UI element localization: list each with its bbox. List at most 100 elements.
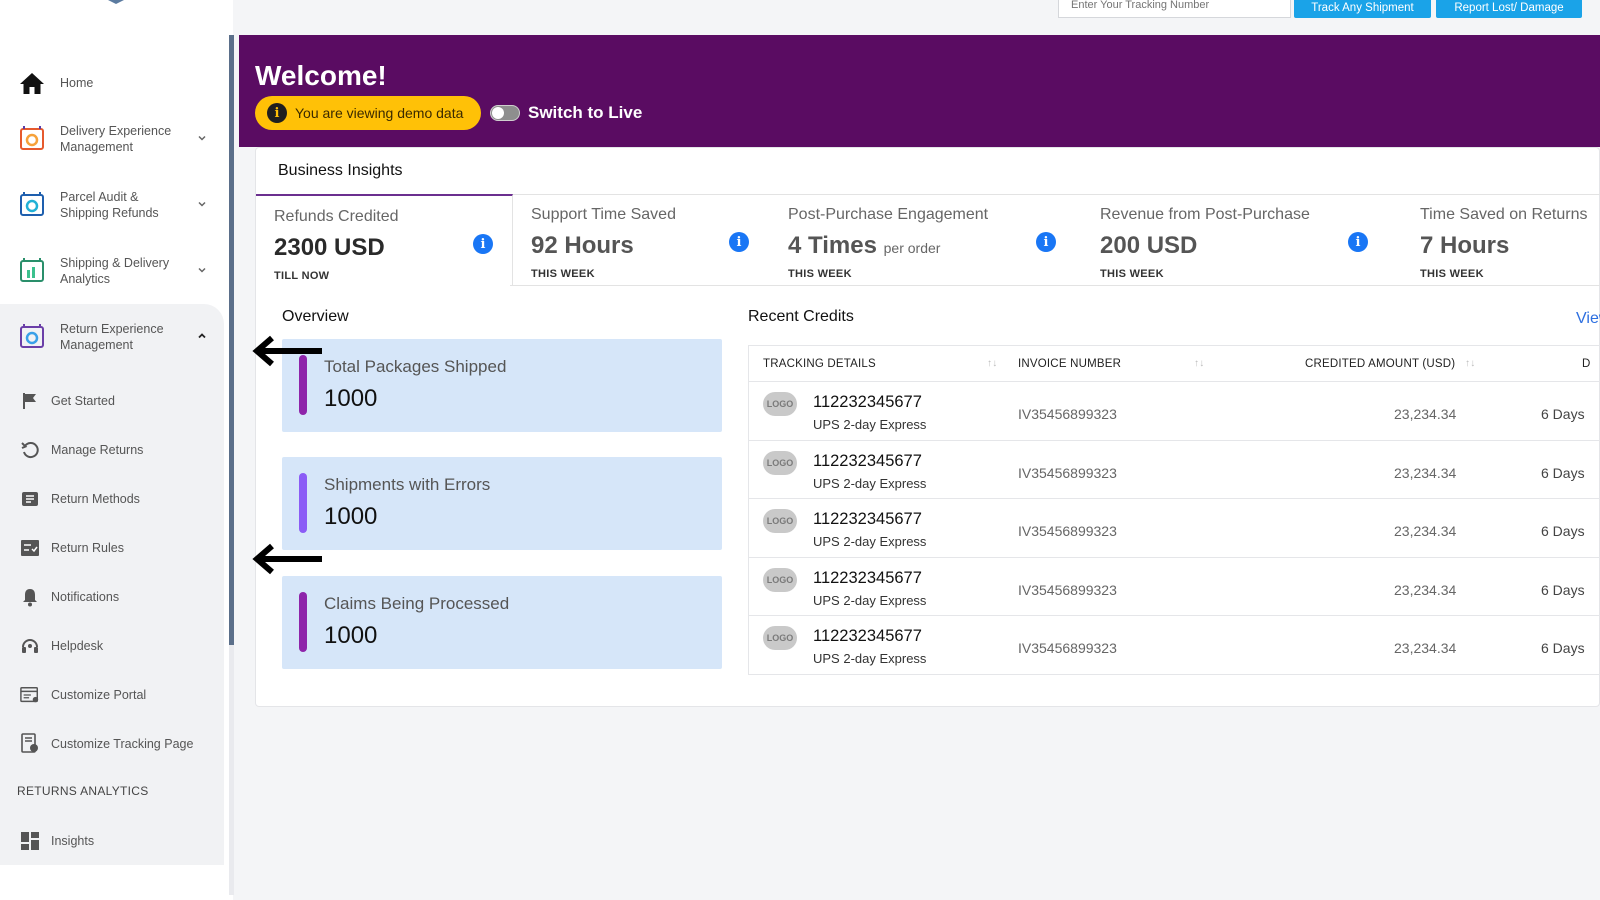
credited-amount: 23,234.34 <box>1394 581 1457 598</box>
return-experience-icon <box>18 323 46 351</box>
sidebar-item-label: Return Rules <box>51 540 124 555</box>
arrow-left-icon <box>252 335 322 367</box>
sidebar-item-manage-returns[interactable]: Manage Returns <box>0 425 224 474</box>
carrier-logo: LOGO <box>763 392 797 416</box>
carrier-service: UPS 2-day Express <box>813 417 927 432</box>
sidebar-item-get-started[interactable]: Get Started <box>0 376 224 425</box>
table-row[interactable]: LOGO 112232345677 UPS 2-day Express IV35… <box>749 499 1600 558</box>
tracking-page-icon <box>20 732 40 754</box>
tracking-number-input[interactable] <box>1058 0 1291 18</box>
sidebar-item-label: Shipping & Delivery Analytics <box>60 256 170 286</box>
carrier-service: UPS 2-day Express <box>813 534 927 550</box>
sidebar-item-return-experience[interactable]: Return Experience Management <box>0 304 224 370</box>
view-all-link[interactable]: View <box>1576 310 1600 328</box>
metric-value-text: 200 USD <box>1100 232 1198 259</box>
chevron-down-icon[interactable] <box>196 264 208 276</box>
metric-value: 4 Times per order <box>788 232 1064 260</box>
overview-value: 1000 <box>324 622 378 649</box>
report-lost-damage-button[interactable]: Report Lost/ Damage <box>1436 0 1582 18</box>
carrier-logo: LOGO <box>763 567 797 592</box>
overview-shipments-errors[interactable]: Shipments with Errors 1000 <box>282 457 722 550</box>
sidebar-item-label: Home <box>60 76 94 90</box>
info-icon[interactable]: i <box>1348 232 1368 252</box>
sidebar-item-label: Customize Tracking Page <box>51 736 194 751</box>
demo-data-text: You are viewing demo data <box>295 105 464 121</box>
metric-revenue-post-purchase[interactable]: Revenue from Post-Purchase 200 USD THIS … <box>1082 194 1402 286</box>
table-row[interactable]: LOGO 112232345677 UPS 2-day Express IV35… <box>749 616 1600 675</box>
sidebar-item-return-rules[interactable]: Return Rules <box>0 523 224 572</box>
carrier-service: UPS 2-day Express <box>813 592 927 608</box>
home-icon <box>18 69 46 97</box>
overview-total-packages[interactable]: Total Packages Shipped 1000 <box>282 339 722 432</box>
metric-period: THIS WEEK <box>531 268 595 280</box>
sidebar-item-return-methods[interactable]: Return Methods <box>0 474 224 523</box>
metric-value-text: 92 Hours <box>531 232 634 259</box>
accent-bar <box>299 473 307 533</box>
sidebar-item-customize-tracking[interactable]: Customize Tracking Page <box>0 719 224 768</box>
tracking-number: 112232345677 <box>813 393 922 411</box>
sidebar-item-parcel-audit[interactable]: Parcel Audit & Shipping Refunds <box>0 172 224 238</box>
info-icon[interactable]: i <box>473 234 493 254</box>
sidebar-item-customize-portal[interactable]: Customize Portal <box>0 670 224 719</box>
overview-claims-processed[interactable]: Claims Being Processed 1000 <box>282 576 722 669</box>
shipping-analytics-icon <box>18 257 46 285</box>
sort-icon[interactable]: ↑↓ <box>987 358 997 369</box>
metric-post-purchase-engagement[interactable]: Post-Purchase Engagement 4 Times per ord… <box>770 194 1082 286</box>
recent-credits-title: Recent Credits <box>748 308 854 325</box>
portal-icon <box>20 685 40 705</box>
sidebar-item-delivery-experience[interactable]: Delivery Experience Management <box>0 106 224 172</box>
metric-value: 7 Hours <box>1420 232 1583 260</box>
sort-icon[interactable]: ↑↓ <box>1194 358 1204 369</box>
days-value: 6 Days <box>1541 406 1585 422</box>
sidebar-nav: Home Delivery Experience Management Parc… <box>0 60 224 865</box>
metric-value-text: 2300 USD <box>274 234 385 261</box>
chevron-down-icon[interactable] <box>196 198 208 210</box>
days-value: 6 Days <box>1541 523 1585 540</box>
column-header-invoice[interactable]: INVOICE NUMBER <box>1018 358 1121 370</box>
column-header-amount[interactable]: CREDITED AMOUNT (USD) <box>1305 358 1455 370</box>
track-shipment-button[interactable]: Track Any Shipment <box>1294 0 1431 18</box>
metric-refunds-credited[interactable]: Refunds Credited 2300 USD TILL NOW i <box>256 194 513 286</box>
metric-time-saved-returns[interactable]: Time Saved on Returns 7 Hours THIS WEEK <box>1402 194 1600 286</box>
table-row[interactable]: LOGO 112232345677 UPS 2-day Express IV35… <box>749 441 1600 500</box>
sidebar-item-shipping-analytics[interactable]: Shipping & Delivery Analytics <box>0 238 224 304</box>
metric-title: Post-Purchase Engagement <box>788 206 989 223</box>
tracking-number: 112232345677 <box>813 451 922 470</box>
sidebar-item-label: Return Methods <box>51 491 140 506</box>
days-value: 6 Days <box>1541 640 1585 657</box>
overview-title: Overview <box>282 308 349 325</box>
chevron-down-icon[interactable] <box>196 132 208 144</box>
info-icon[interactable]: i <box>1036 232 1056 252</box>
column-header-tracking[interactable]: TRACKING DETAILS <box>763 358 876 370</box>
metric-value-text: 7 Hours <box>1420 232 1510 259</box>
chevron-up-icon[interactable] <box>196 330 208 342</box>
info-icon[interactable]: i <box>729 232 749 252</box>
sort-icon[interactable]: ↑↓ <box>1465 358 1475 369</box>
demo-data-badge: i You are viewing demo data <box>255 96 481 130</box>
table-header: TRACKING DETAILS ↑↓ INVOICE NUMBER ↑↓ CR… <box>749 346 1600 382</box>
table-row[interactable]: LOGO 112232345677 UPS 2-day Express IV35… <box>749 558 1600 617</box>
tracking-number: 112232345677 <box>813 510 922 529</box>
sidebar-item-notifications[interactable]: Notifications <box>0 572 224 621</box>
sidebar-item-insights[interactable]: Insights <box>0 816 224 865</box>
sidebar-scrollbar-thumb[interactable] <box>229 35 234 645</box>
metric-support-time-saved[interactable]: Support Time Saved 92 Hours THIS WEEK i <box>513 194 770 286</box>
welcome-banner <box>239 35 1600 147</box>
column-header-days[interactable]: D <box>1582 358 1591 370</box>
metric-value-text: 4 Times <box>788 232 877 259</box>
invoice-number: IV35456899323 <box>1018 523 1117 540</box>
metric-title: Time Saved on Returns <box>1420 206 1588 223</box>
sidebar-item-label: Delivery Experience Management <box>60 124 172 154</box>
sidebar-item-label: Get Started <box>51 393 115 408</box>
section-title-returns-analytics: RETURNS ANALYTICS <box>17 784 149 798</box>
sidebar-item-home[interactable]: Home <box>0 60 224 106</box>
invoice-number: IV35456899323 <box>1018 581 1117 598</box>
sidebar-item-label: Parcel Audit & Shipping Refunds <box>60 190 159 220</box>
table-row[interactable]: LOGO 112232345677 UPS 2-day Express IV35… <box>749 382 1600 441</box>
sidebar-item-label: Notifications <box>51 589 120 604</box>
parcel-audit-icon <box>18 191 46 219</box>
live-toggle[interactable] <box>490 105 520 121</box>
card-title: Business Insights <box>278 162 403 179</box>
switch-to-live-label: Switch to Live <box>528 103 643 122</box>
sidebar-item-helpdesk[interactable]: Helpdesk <box>0 621 224 670</box>
